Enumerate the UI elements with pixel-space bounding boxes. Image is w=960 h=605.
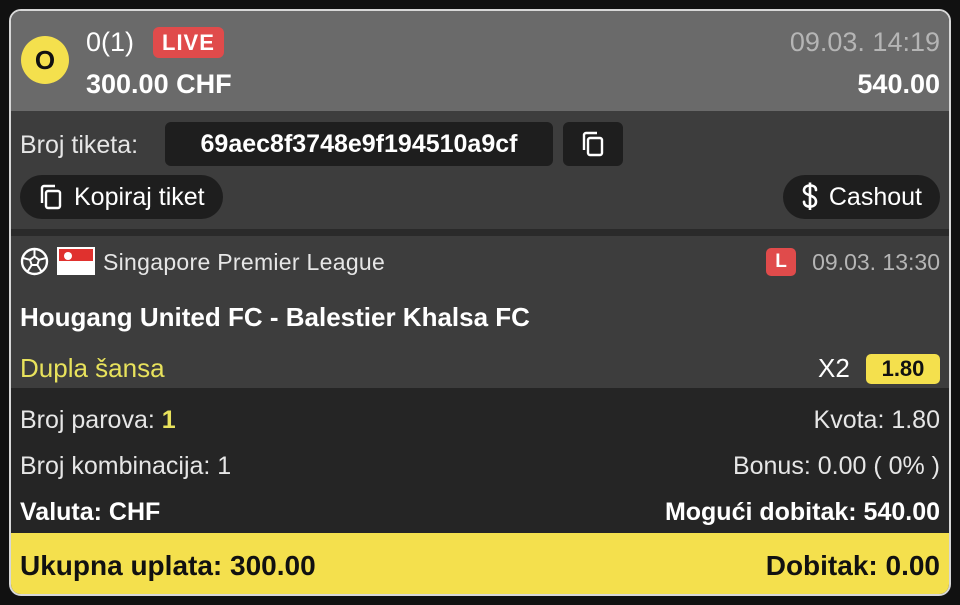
ticket-footer: Ukupna uplata: 300.00 Dobitak: 0.00 [11,533,949,594]
ticket-status-badge: O [21,36,69,84]
summary-row: Valuta: CHF Mogući dobitak: 540.00 [20,498,940,527]
cashout-label: Cashout [828,182,922,211]
copy-ticket-button[interactable]: Kopiraj tiket [20,175,223,219]
ticket-card: O 0(1) LIVE 09.03. 14:19 300.00 CHF 540.… [9,9,951,596]
match-date: 09.03. 13:30 [812,249,940,275]
possible-win-value: Mogući dobitak: 540.00 [664,498,940,526]
total-odds: Kvota: 1.80 [813,406,940,434]
ticket-id-value[interactable]: 69aec8f3748e9f194510a9cf [165,122,553,166]
currency-value: Valuta: CHF [20,498,161,526]
total-stake: Ukupna uplata: 300.00 [20,549,316,581]
pick-name: X2 [818,353,850,383]
combinations-count: Broj kombinacija: 1 [20,452,232,480]
ticket-payout: 540.00 [857,69,940,99]
soccer-ball-icon [20,247,49,276]
copy-ticket-label: Kopiraj tiket [74,182,205,211]
copy-id-button[interactable] [563,122,623,166]
copy-icon [582,131,604,157]
pick-odd-badge: 1.80 [866,354,940,384]
match-section: Singapore Premier League L 09.03. 13:30 … [11,236,949,388]
win-amount: Dobitak: 0.00 [765,549,940,581]
copy-icon [40,184,62,210]
ticket-id-label: Broj tiketa: [20,131,139,159]
ticket-header: O 0(1) LIVE 09.03. 14:19 300.00 CHF 540.… [11,11,949,111]
bonus-value: Bonus: 0.00 ( 0% ) [732,452,940,480]
pairs-label: Broj parova: [20,406,155,434]
summary-row: Broj kombinacija: 1 Bonus: 0.00 ( 0% ) [20,452,940,481]
cashout-button[interactable]: Cashout [782,175,940,219]
summary-row: Broj parova: 1 Kvota: 1.80 [20,406,940,435]
pairs-count: Broj parova: 1 [20,406,176,435]
ticket-count: 0(1) [86,27,135,57]
live-marker-badge: L [766,248,796,276]
market-name: Dupla šansa [20,353,165,383]
singapore-flag-icon [57,247,95,275]
ticket-stake: 300.00 CHF [86,69,232,99]
ticket-summary: Broj parova: 1 Kvota: 1.80 Broj kombinac… [11,388,949,533]
league-name: Singapore Premier League [103,249,386,275]
match-teams: Hougang United FC - Balestier Khalsa FC [20,302,530,332]
pairs-value: 1 [161,406,176,434]
live-badge: LIVE [153,27,224,58]
dollar-icon [802,182,818,210]
ticket-date: 09.03. 14:19 [789,27,940,57]
ticket-id-section: Broj tiketa: 69aec8f3748e9f194510a9cf Ko… [11,111,949,229]
